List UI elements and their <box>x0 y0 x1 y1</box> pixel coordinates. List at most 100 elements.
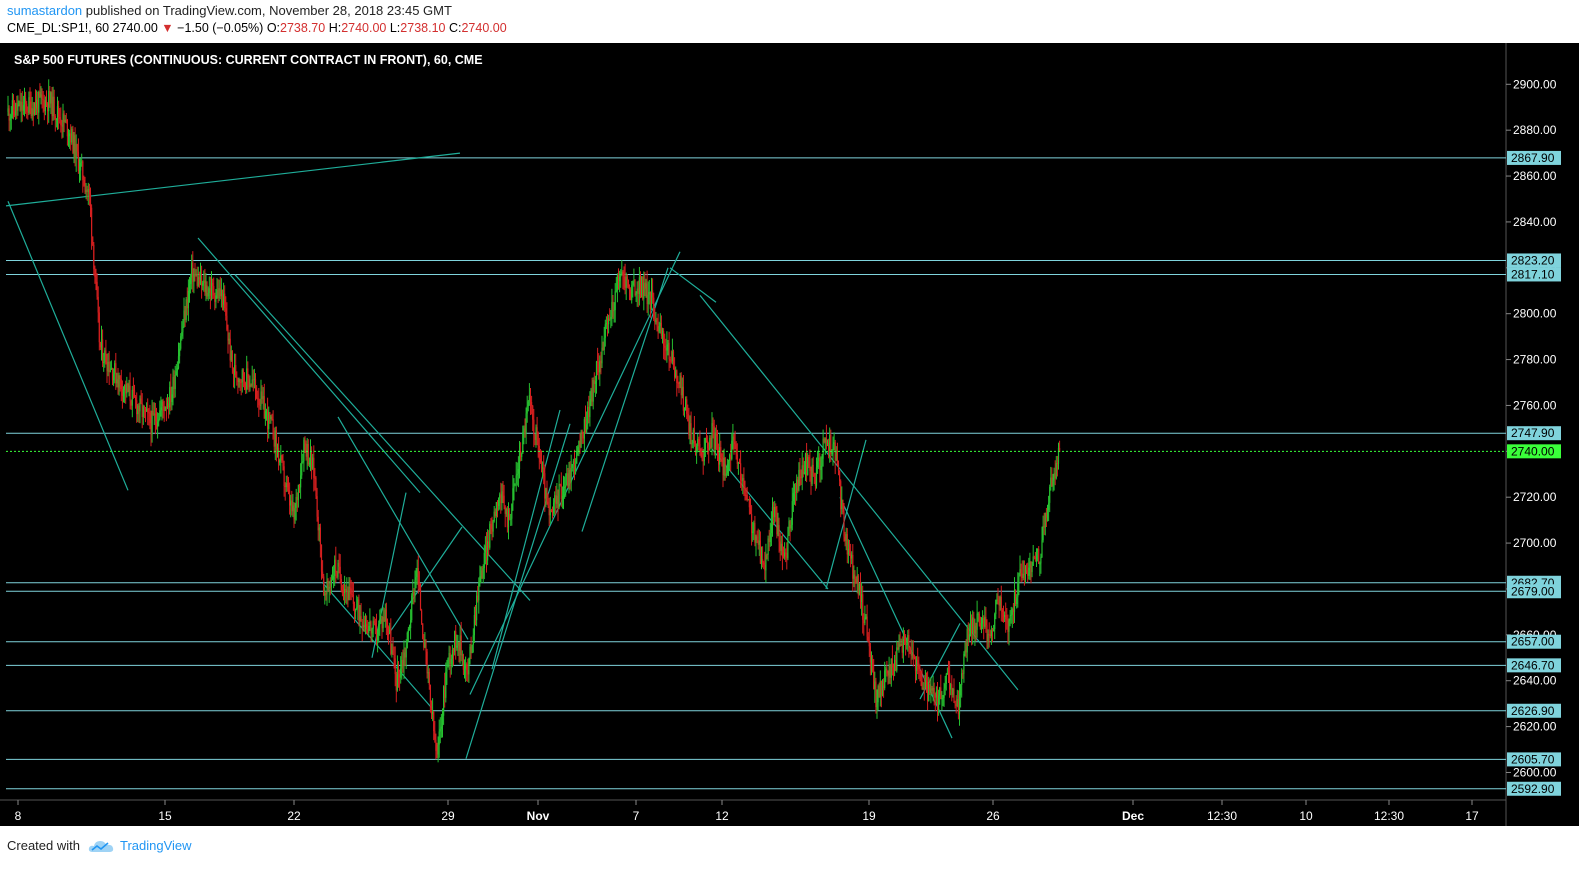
candle-body <box>825 438 827 444</box>
candle-body <box>832 444 834 453</box>
candle-body <box>689 423 691 436</box>
candle-body <box>32 108 34 115</box>
candle-body <box>586 424 588 433</box>
candle-body <box>1050 477 1052 487</box>
candle-body <box>810 471 812 484</box>
candle-body <box>180 336 182 349</box>
candle-body <box>328 586 330 590</box>
candle-body <box>265 410 268 412</box>
candle-body <box>64 119 66 122</box>
candle-body <box>1006 619 1008 621</box>
candle-body <box>769 532 771 543</box>
candle-body <box>257 398 259 400</box>
candle-body <box>291 500 293 512</box>
candle-body <box>961 673 963 685</box>
candle-body <box>38 91 40 113</box>
candle-body <box>835 450 837 461</box>
candle-body <box>859 583 862 602</box>
candle-body <box>936 691 939 711</box>
candle-body <box>608 318 610 325</box>
candle-body <box>510 518 512 520</box>
candle-body <box>610 316 612 320</box>
candle-body <box>952 689 954 695</box>
candle-body <box>405 647 407 658</box>
candle-body <box>764 564 766 571</box>
candle-body <box>435 739 437 751</box>
candle-body <box>137 405 139 415</box>
candle-body <box>86 189 88 193</box>
candle-body <box>72 129 74 153</box>
candle-body <box>848 548 851 554</box>
candle-body <box>92 236 94 245</box>
level-label: 2626.90 <box>1511 704 1555 718</box>
candle-body <box>641 276 643 298</box>
candle-body <box>97 296 99 313</box>
candle-body <box>383 616 385 622</box>
candle-body <box>655 320 657 323</box>
candle-body <box>638 277 640 295</box>
candle-body <box>592 380 594 402</box>
candle-body <box>929 684 931 691</box>
candle-body <box>789 521 791 529</box>
candle-body <box>708 448 710 451</box>
price-tick-label: 2780.00 <box>1513 353 1557 367</box>
candle-body <box>264 411 266 419</box>
candle-body <box>908 635 910 649</box>
candle-body <box>1019 569 1021 577</box>
candle-body <box>366 623 368 629</box>
candle-body <box>701 452 703 460</box>
candle-body <box>374 623 376 627</box>
chart-pane[interactable] <box>0 43 1506 826</box>
candle-body <box>463 668 466 670</box>
candle-body <box>947 672 950 675</box>
candle-body <box>724 457 726 476</box>
candle-body <box>100 339 103 348</box>
candle-body <box>83 179 85 186</box>
candle-body <box>804 453 807 473</box>
candle-body <box>469 646 471 659</box>
candle-body <box>163 405 165 411</box>
candle-body <box>864 617 866 624</box>
candle-body <box>169 387 171 408</box>
candle-body <box>775 506 777 510</box>
candle-body <box>543 467 545 474</box>
candle-body <box>837 465 840 471</box>
candle-body <box>598 361 600 373</box>
candle-body <box>900 644 902 646</box>
candle-body <box>762 558 764 563</box>
candle-body <box>1029 561 1031 568</box>
candle-body <box>843 512 845 537</box>
candle-body <box>20 101 22 111</box>
candle-body <box>432 711 434 715</box>
candle-body <box>520 451 522 457</box>
candle-body <box>625 276 627 288</box>
candle-body <box>1035 551 1038 559</box>
candle-body <box>160 407 162 411</box>
candle-body <box>292 505 294 512</box>
candle-body <box>1045 512 1047 518</box>
candle-body <box>1037 548 1039 552</box>
candle-body <box>1054 473 1056 479</box>
candle-body <box>613 310 615 312</box>
candle-body <box>287 487 290 491</box>
time-tick-label: Dec <box>1122 809 1144 823</box>
candle-body <box>426 651 428 674</box>
candle-body <box>357 599 359 608</box>
candle-body <box>1000 596 1002 610</box>
candle-body <box>316 496 318 517</box>
candle-body <box>348 587 350 600</box>
candle-body <box>677 383 679 385</box>
candle-body <box>102 339 104 363</box>
candle-body <box>329 586 331 588</box>
candle-body <box>594 381 596 385</box>
candle-body <box>394 658 396 675</box>
candle-body <box>502 491 504 496</box>
time-tick-label: 12:30 <box>1374 809 1404 823</box>
tradingview-link[interactable]: TradingView <box>120 838 192 853</box>
time-tick-label: 12:30 <box>1207 809 1237 823</box>
candle-body <box>428 671 430 685</box>
candle-body <box>19 100 21 111</box>
candle-body <box>696 446 698 453</box>
price-chart[interactable]: 2600.002620.002640.002660.002680.002700.… <box>0 0 1579 870</box>
candle-body <box>481 570 483 579</box>
